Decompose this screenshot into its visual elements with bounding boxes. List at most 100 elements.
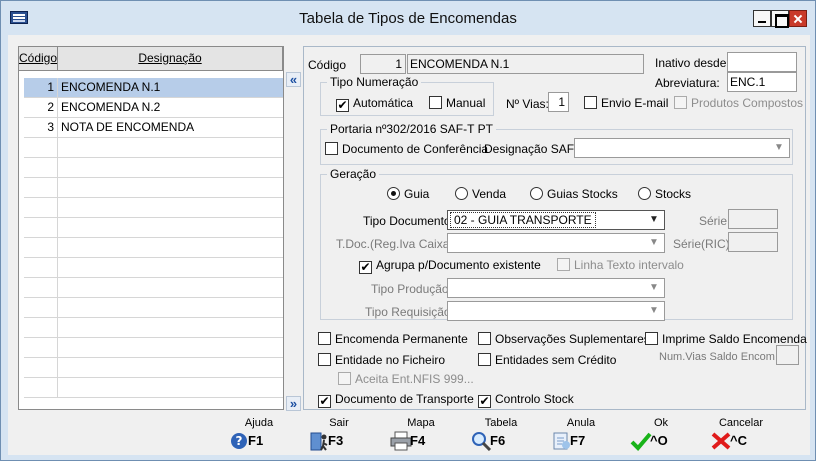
serie-field[interactable] [728, 209, 778, 229]
close-button[interactable] [789, 10, 807, 27]
printer-icon [390, 431, 412, 451]
ok-button[interactable]: Ok ^O [626, 413, 696, 453]
radio-stocks[interactable]: Stocks [638, 187, 691, 203]
table-row-empty[interactable] [24, 338, 283, 358]
table-row-empty[interactable] [24, 278, 283, 298]
tipo-requisicao-select[interactable]: ▼ [447, 301, 665, 321]
expand-right-icon[interactable]: » [286, 396, 301, 411]
tdoc-select[interactable]: ▼ [447, 233, 665, 253]
table-row-empty[interactable] [24, 138, 283, 158]
inativo-label: Inativo desde [655, 56, 727, 70]
maximize-button[interactable] [771, 10, 789, 28]
entidade-ficheiro-checkbox[interactable]: Entidade no Ficheiro [318, 353, 445, 369]
doc-conferencia-checkbox[interactable]: Documento de Conferência [325, 142, 488, 158]
grid-rows: 1 ENCOMENDA N.1 2 ENCOMENDA N.2 3 NOTA DE E… [24, 78, 283, 398]
automatica-checkbox[interactable]: ✔ Automática [336, 96, 413, 112]
envio-email-checkbox[interactable]: Envio E-mail [584, 96, 668, 112]
chevron-down-icon: ▼ [774, 142, 784, 153]
observacoes-checkbox[interactable]: Observações Suplementares [478, 332, 650, 348]
table-row[interactable]: 2 ENCOMENDA N.2 [24, 98, 283, 118]
exit-button[interactable]: Sair F3 [304, 413, 374, 453]
check-icon: ✔ [336, 98, 349, 112]
designacao-saft-select[interactable]: ▼ [574, 138, 790, 158]
tipo-producao-select[interactable]: ▼ [447, 278, 665, 298]
chevron-down-icon: ▼ [649, 305, 659, 316]
portaria-group: Portaria nº302/2016 SAF-T PT Documento d… [320, 122, 793, 165]
table-row-empty[interactable] [24, 358, 283, 378]
collapse-left-icon[interactable]: « [286, 72, 301, 87]
entidades-credito-checkbox[interactable]: Entidades sem Crédito [478, 353, 616, 369]
doc-transporte-checkbox[interactable]: ✔ Documento de Transporte [318, 392, 474, 408]
records-grid[interactable]: Código Designação 1 ENCOMENDA N.1 2 ENCOME… [18, 46, 284, 410]
minimize-button[interactable] [753, 10, 771, 27]
nvias-field[interactable]: 1 [548, 92, 569, 112]
chevron-down-icon: ▼ [649, 214, 659, 225]
window-title: Tabela de Tipos de Encomendas [299, 10, 517, 27]
cancel-button[interactable]: Cancelar ^C [706, 413, 776, 453]
tipo-requisicao-label: Tipo Requisição [365, 305, 451, 319]
radio-guias-stocks[interactable]: Guias Stocks [530, 187, 618, 203]
table-row-empty[interactable] [24, 178, 283, 198]
details-panel: Código 1 ENCOMENDA N.1 Inativo desde Abr… [303, 46, 807, 410]
geracao-title: Geração [327, 167, 380, 181]
produtos-compostos-checkbox[interactable]: Produtos Compostos [674, 96, 803, 112]
manual-checkbox[interactable]: Manual [429, 96, 485, 112]
designacao-saft-label: Designação SAFT [484, 142, 582, 156]
agrupa-checkbox[interactable]: ✔ Agrupa p/Documento existente [359, 258, 541, 274]
cancel-document-button[interactable]: Anula F7 [546, 413, 616, 453]
tipo-documento-label: Tipo Documento [363, 214, 451, 228]
client-area: Código Designação 1 ENCOMENDA N.1 2 ENCOME… [8, 35, 810, 455]
linha-texto-checkbox[interactable]: Linha Texto intervalo [557, 258, 684, 274]
serie-ric-label: Série(RIC) [673, 237, 730, 251]
tipo-documento-select[interactable]: 02 - GUIA TRANSPORTE ▼ [447, 210, 665, 230]
map-print-button[interactable]: Mapa F4 [386, 413, 456, 453]
table-row-empty[interactable] [24, 158, 283, 178]
designacao-field[interactable]: ENCOMENDA N.1 [407, 54, 644, 74]
table-row-empty[interactable] [24, 318, 283, 338]
encomenda-permanente-checkbox[interactable]: Encomenda Permanente [318, 332, 468, 348]
portaria-title: Portaria nº302/2016 SAF-T PT [327, 122, 496, 136]
table-row-empty[interactable] [24, 378, 283, 398]
column-header-codigo[interactable]: Código [19, 47, 58, 70]
tipo-numeracao-group: Tipo Numeração ✔ Automática Manual [320, 75, 494, 116]
chevron-down-icon: ▼ [649, 282, 659, 293]
tipo-producao-label: Tipo Produção [371, 282, 449, 296]
abreviatura-label: Abreviatura: [655, 76, 720, 90]
table-row-empty[interactable] [24, 198, 283, 218]
controlo-stock-checkbox[interactable]: ✔ Controlo Stock [478, 392, 574, 408]
table-row-empty[interactable] [24, 218, 283, 238]
radio-venda[interactable]: Venda [455, 187, 506, 203]
help-button[interactable]: Ajuda ? F1 [224, 413, 294, 453]
table-row-empty[interactable] [24, 298, 283, 318]
table-row-empty[interactable] [24, 238, 283, 258]
check-icon: ✔ [359, 260, 372, 274]
table-search-button[interactable]: Tabela F6 [466, 413, 536, 453]
geracao-group: Geração Guia Venda Guias Stocks Stocks T… [320, 167, 793, 321]
aceita-checkbox[interactable]: Aceita Ent.NFIS 999... [338, 372, 474, 388]
check-icon: ✔ [478, 394, 491, 408]
table-row-empty[interactable] [24, 258, 283, 278]
codigo-field[interactable]: 1 [360, 54, 406, 74]
num-vias-saldo-field[interactable] [776, 345, 799, 365]
checkmark-icon [630, 432, 652, 451]
column-header-designacao[interactable]: Designação [58, 47, 283, 70]
svg-text:?: ? [236, 434, 243, 448]
exit-door-icon [310, 432, 328, 451]
table-row[interactable]: 3 NOTA DE ENCOMENDA [24, 118, 283, 138]
serie-label: Série [699, 214, 728, 228]
tdoc-label: T.Doc.(Reg.Iva Caixa) [336, 237, 454, 251]
check-icon: ✔ [318, 394, 331, 408]
close-x-icon [711, 432, 731, 450]
nvias-label: Nº Vias: [506, 97, 549, 111]
codigo-label: Código [308, 58, 347, 72]
table-row[interactable]: 1 ENCOMENDA N.1 [24, 78, 283, 98]
grid-header: Código Designação [19, 47, 283, 71]
abreviatura-field[interactable]: ENC.1 [727, 72, 797, 92]
radio-guia[interactable]: Guia [387, 187, 429, 203]
magnifier-icon [472, 432, 492, 451]
delete-document-icon [553, 432, 570, 450]
serie-ric-field[interactable] [728, 232, 778, 252]
main-window: Tabela de Tipos de Encomendas Código Des… [0, 0, 816, 461]
inativo-field[interactable] [727, 52, 797, 72]
tipo-numeracao-title: Tipo Numeração [327, 75, 422, 89]
